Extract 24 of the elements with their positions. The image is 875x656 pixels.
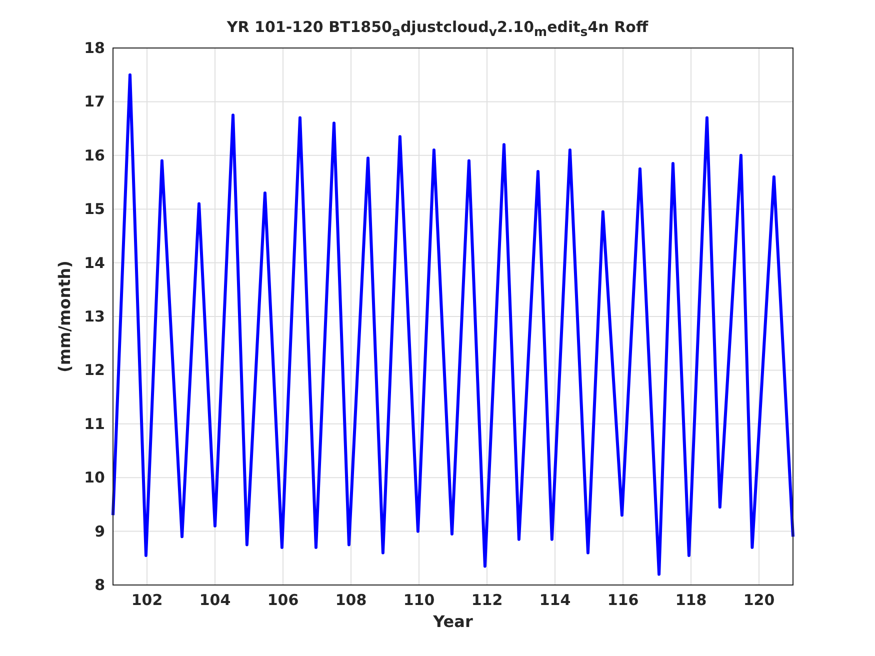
x-tick-label: 106 — [267, 591, 299, 609]
y-tick-label: 14 — [84, 254, 105, 272]
x-tick-label: 118 — [675, 591, 707, 609]
y-tick-label: 16 — [84, 146, 105, 164]
x-tick-label: 104 — [199, 591, 231, 609]
x-tick-label: 108 — [335, 591, 367, 609]
x-tick-label: 114 — [539, 591, 571, 609]
x-tick-label: 116 — [607, 591, 639, 609]
y-tick-label: 9 — [94, 522, 105, 540]
y-axis-label: (mm/month) — [55, 260, 74, 372]
chart-title: YR 101-120 BT1850$_{a}$djustcloud$_{v}$2.10$_{m}$edit$_{s}$4n Roff — [226, 18, 648, 40]
y-tick-label: 8 — [94, 576, 105, 594]
y-tick-label: 10 — [84, 468, 105, 487]
x-tick-label: 102 — [131, 591, 163, 609]
y-tick-label: 15 — [84, 200, 105, 218]
x-tick-label: 112 — [471, 591, 503, 609]
y-tick-label: 12 — [84, 361, 105, 380]
x-tick-label: 110 — [403, 591, 435, 609]
y-tick-label: 18 — [84, 40, 105, 57]
x-axis-label: Year — [433, 612, 473, 631]
x-tick-label: 120 — [743, 591, 775, 609]
y-tick-label: 17 — [84, 92, 105, 111]
y-tick-label: 11 — [84, 414, 105, 433]
y-tick-label: 13 — [84, 308, 105, 326]
